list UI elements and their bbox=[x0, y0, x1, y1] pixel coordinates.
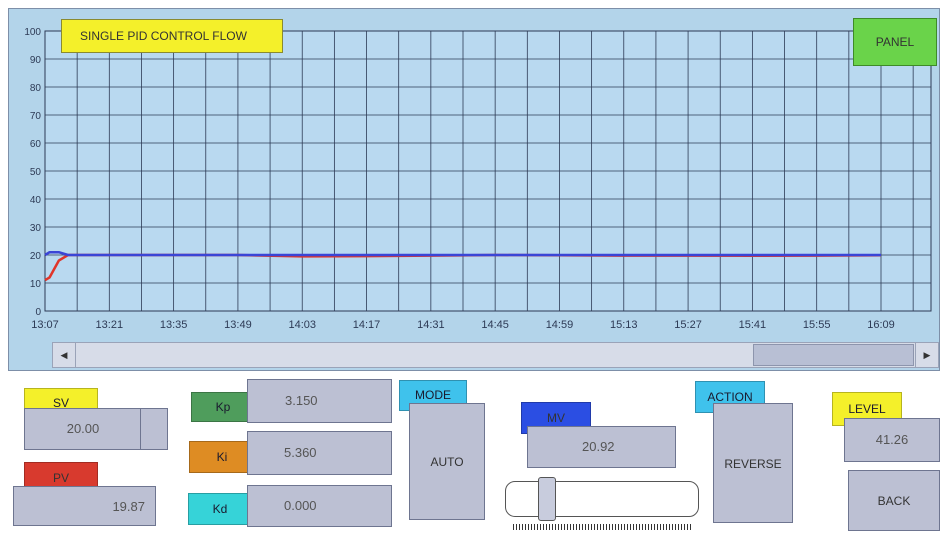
panel-button[interactable]: PANEL bbox=[853, 18, 937, 66]
y-tick-label: 0 bbox=[35, 307, 41, 318]
x-tick-label: 14:03 bbox=[288, 319, 316, 331]
sv-value-side bbox=[140, 409, 167, 449]
y-tick-label: 40 bbox=[30, 195, 42, 206]
y-tick-label: 100 bbox=[24, 27, 41, 38]
scroll-thumb[interactable] bbox=[753, 344, 914, 366]
mv-value-text: 20.92 bbox=[582, 439, 615, 454]
level-value: 41.26 bbox=[844, 418, 940, 462]
x-tick-label: 15:55 bbox=[803, 319, 831, 331]
trend-panel: 0 10 20 30 40 50 60 70 80 90 100 13:07 13:21 13:35 13:… bbox=[8, 8, 940, 371]
ki-value-text: 5.360 bbox=[284, 445, 317, 460]
arrow-right-icon[interactable]: ▶ bbox=[915, 343, 938, 367]
x-tick-label: 14:17 bbox=[353, 319, 381, 331]
x-tick-label: 13:49 bbox=[224, 319, 252, 331]
y-tick-label: 10 bbox=[30, 279, 42, 290]
action-button[interactable]: REVERSE bbox=[713, 403, 793, 523]
kd-value-text: 0.000 bbox=[284, 498, 317, 513]
y-tick-label: 60 bbox=[30, 139, 42, 150]
x-tick-label: 14:45 bbox=[481, 319, 509, 331]
sv-value-text: 20.00 bbox=[66, 421, 100, 436]
back-button[interactable]: BACK bbox=[848, 470, 940, 531]
x-tick-label: 16:09 bbox=[867, 319, 895, 331]
mv-slider[interactable] bbox=[505, 481, 699, 517]
ki-value[interactable]: 5.360 bbox=[247, 431, 392, 475]
x-tick-label: 14:31 bbox=[417, 319, 445, 331]
kp-label: Kp bbox=[191, 392, 255, 422]
ki-label: Ki bbox=[189, 441, 255, 473]
mode-button[interactable]: AUTO bbox=[409, 403, 485, 520]
kp-value-text: 3.150 bbox=[285, 393, 318, 408]
x-tick-label: 13:35 bbox=[160, 319, 188, 331]
pv-value: 19.87 bbox=[13, 486, 156, 526]
sv-value[interactable]: 20.00 bbox=[24, 408, 168, 450]
y-tick-label: 90 bbox=[30, 55, 42, 66]
y-tick-label: 50 bbox=[30, 167, 42, 178]
control-panel: SV 20.00 PV 19.87 Kp 3.150 Ki 5.360 Kd 0… bbox=[8, 371, 940, 533]
x-tick-label: 13:07 bbox=[31, 319, 59, 331]
mv-value: 20.92 bbox=[527, 426, 676, 468]
x-tick-label: 15:13 bbox=[610, 319, 638, 331]
chart-title: SINGLE PID CONTROL FLOW bbox=[61, 19, 283, 53]
kp-value[interactable]: 3.150 bbox=[247, 379, 392, 423]
y-tick-label: 20 bbox=[30, 251, 42, 262]
trend-chart: 0 10 20 30 40 50 60 70 80 90 100 13:07 13:21 13:35 13:… bbox=[24, 27, 932, 331]
x-tick-label: 13:21 bbox=[96, 319, 124, 331]
x-tick-label: 15:41 bbox=[739, 319, 767, 331]
mv-slider-handle[interactable] bbox=[538, 477, 556, 521]
x-tick-label: 14:59 bbox=[546, 319, 574, 331]
mv-slider-scale bbox=[513, 524, 693, 530]
y-tick-label: 30 bbox=[30, 223, 42, 234]
trend-scrollbar[interactable]: ◀ ▶ bbox=[52, 342, 939, 368]
y-tick-label: 70 bbox=[30, 111, 42, 122]
arrow-left-icon[interactable]: ◀ bbox=[53, 343, 76, 367]
kd-value[interactable]: 0.000 bbox=[247, 485, 392, 527]
kd-label: Kd bbox=[188, 493, 252, 525]
y-tick-label: 80 bbox=[30, 83, 42, 94]
x-tick-label: 15:27 bbox=[674, 319, 702, 331]
